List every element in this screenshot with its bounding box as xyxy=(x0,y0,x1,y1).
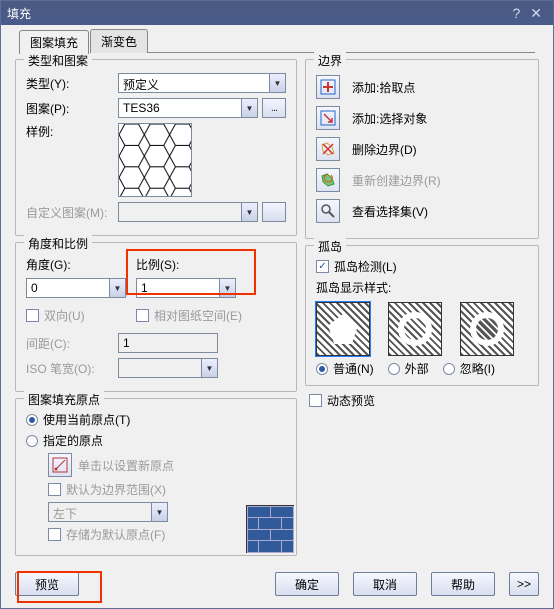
click-set-origin-label: 单击以设置新原点 xyxy=(78,457,174,474)
angle-label: 角度(G): xyxy=(26,256,136,273)
chevron-down-icon: ▼ xyxy=(241,99,257,117)
specified-origin-label: 指定的原点 xyxy=(43,432,103,449)
bidirectional-label: 双向(U) xyxy=(44,307,85,324)
chevron-down-icon: ▼ xyxy=(269,74,285,92)
iso-combo: ▼ xyxy=(118,358,218,378)
island-normal-label: 普通(N) xyxy=(333,360,374,377)
custom-pattern-label: 自定义图案(M): xyxy=(26,204,118,221)
ok-button[interactable]: 确定 xyxy=(275,572,339,596)
pattern-browse-button[interactable]: ... xyxy=(262,98,286,118)
corner-combo: 左下 ▼ xyxy=(48,502,168,522)
pattern-label: 图案(P): xyxy=(26,100,118,117)
iso-label: ISO 笔宽(O): xyxy=(26,360,118,377)
group-title: 图案填充原点 xyxy=(24,391,104,408)
scale-label: 比例(S): xyxy=(136,256,179,273)
chevron-down-icon: ▼ xyxy=(219,279,235,297)
pattern-combo[interactable]: TES36 ▼ xyxy=(118,98,258,118)
expand-button[interactable]: >> xyxy=(509,572,539,596)
custom-pattern-combo: ▼ xyxy=(118,202,258,222)
add-pick-label: 添加:拾取点 xyxy=(352,79,415,96)
chevron-down-icon: ▼ xyxy=(151,503,167,521)
cancel-button[interactable]: 取消 xyxy=(353,572,417,596)
use-current-origin-radio[interactable] xyxy=(26,414,38,426)
origin-preview-icon xyxy=(246,505,294,553)
tabs: 图案填充 渐变色 xyxy=(1,25,553,53)
origin-group: 图案填充原点 使用当前原点(T) 指定的原点 单击以设置新原点 xyxy=(15,398,297,556)
chevron-down-icon: ▼ xyxy=(109,279,125,297)
close-icon[interactable]: ✕ xyxy=(525,5,547,22)
preview-button[interactable]: 预览 xyxy=(15,572,79,596)
island-style-ignore-icon[interactable] xyxy=(460,302,514,356)
island-ignore-radio[interactable] xyxy=(443,363,455,375)
add-select-label: 添加:选择对象 xyxy=(352,110,427,127)
help-button[interactable]: 帮助 xyxy=(431,572,495,596)
angle-combo[interactable]: 0 ▼ xyxy=(26,278,126,298)
island-detection-label: 孤岛检测(L) xyxy=(334,258,397,275)
add-select-object-button[interactable] xyxy=(316,106,340,130)
island-detection-checkbox[interactable]: ✓ xyxy=(316,260,329,273)
set-origin-button xyxy=(48,453,72,477)
dialog-title: 填充 xyxy=(7,5,507,22)
group-title: 角度和比例 xyxy=(24,235,92,252)
sample-label: 样例: xyxy=(26,123,118,140)
help-icon[interactable]: ? xyxy=(507,5,525,21)
island-style-outer-icon[interactable] xyxy=(388,302,442,356)
island-display-label: 孤岛显示样式: xyxy=(316,279,528,296)
spacing-input xyxy=(118,333,218,353)
type-label: 类型(Y): xyxy=(26,75,118,92)
angle-scale-group: 角度和比例 角度(G): 比例(S): 0 ▼ 1 ▼ xyxy=(15,242,297,392)
remove-boundary-button[interactable] xyxy=(316,137,340,161)
relative-paper-checkbox xyxy=(136,309,149,322)
boundary-group: 边界 添加:拾取点 添加:选择对象 删除 xyxy=(305,59,539,239)
spacing-label: 间距(C): xyxy=(26,335,118,352)
relative-paper-label: 相对图纸空间(E) xyxy=(154,307,242,324)
view-selection-label: 查看选择集(V) xyxy=(352,203,428,220)
add-pick-point-button[interactable] xyxy=(316,75,340,99)
remove-boundary-label: 删除边界(D) xyxy=(352,141,417,158)
default-boundary-label: 默认为边界范围(X) xyxy=(66,481,166,498)
recreate-boundary-button xyxy=(316,168,340,192)
use-current-origin-label: 使用当前原点(T) xyxy=(43,411,130,428)
specified-origin-radio[interactable] xyxy=(26,435,38,447)
tab-gradient[interactable]: 渐变色 xyxy=(90,29,148,53)
island-style-normal-icon[interactable] xyxy=(316,302,370,356)
view-selection-button[interactable] xyxy=(316,199,340,223)
group-title: 类型和图案 xyxy=(24,52,92,69)
group-title: 孤岛 xyxy=(314,238,346,255)
recreate-boundary-label: 重新创建边界(R) xyxy=(352,172,441,189)
save-default-label: 存储为默认原点(F) xyxy=(66,526,165,543)
island-outer-label: 外部 xyxy=(405,360,429,377)
dynamic-preview-checkbox[interactable] xyxy=(309,394,322,407)
chevron-down-icon: ▼ xyxy=(201,359,217,377)
island-outer-radio[interactable] xyxy=(388,363,400,375)
group-title: 边界 xyxy=(314,52,346,69)
hatch-dialog: 填充 ? ✕ 图案填充 渐变色 类型和图案 类型(Y): 预定义 ▼ 图案(P)… xyxy=(0,0,554,609)
dynamic-preview-label: 动态预览 xyxy=(327,392,375,409)
island-ignore-label: 忽略(I) xyxy=(460,360,495,377)
island-group: 孤岛 ✓ 孤岛检测(L) 孤岛显示样式: 普通(N) xyxy=(305,245,539,386)
island-normal-radio[interactable] xyxy=(316,363,328,375)
type-combo[interactable]: 预定义 ▼ xyxy=(118,73,286,93)
button-bar: 预览 确定 取消 帮助 >> xyxy=(1,566,553,608)
scale-combo[interactable]: 1 ▼ xyxy=(136,278,236,298)
bidirectional-checkbox xyxy=(26,309,39,322)
custom-browse-button xyxy=(262,202,286,222)
type-pattern-group: 类型和图案 类型(Y): 预定义 ▼ 图案(P): TES36 ▼ ... xyxy=(15,59,297,236)
default-boundary-checkbox xyxy=(48,483,61,496)
save-default-checkbox xyxy=(48,528,61,541)
chevron-down-icon: ▼ xyxy=(241,203,257,221)
sample-swatch[interactable] xyxy=(118,123,192,197)
titlebar: 填充 ? ✕ xyxy=(1,1,553,25)
tab-pattern-fill[interactable]: 图案填充 xyxy=(19,30,89,54)
